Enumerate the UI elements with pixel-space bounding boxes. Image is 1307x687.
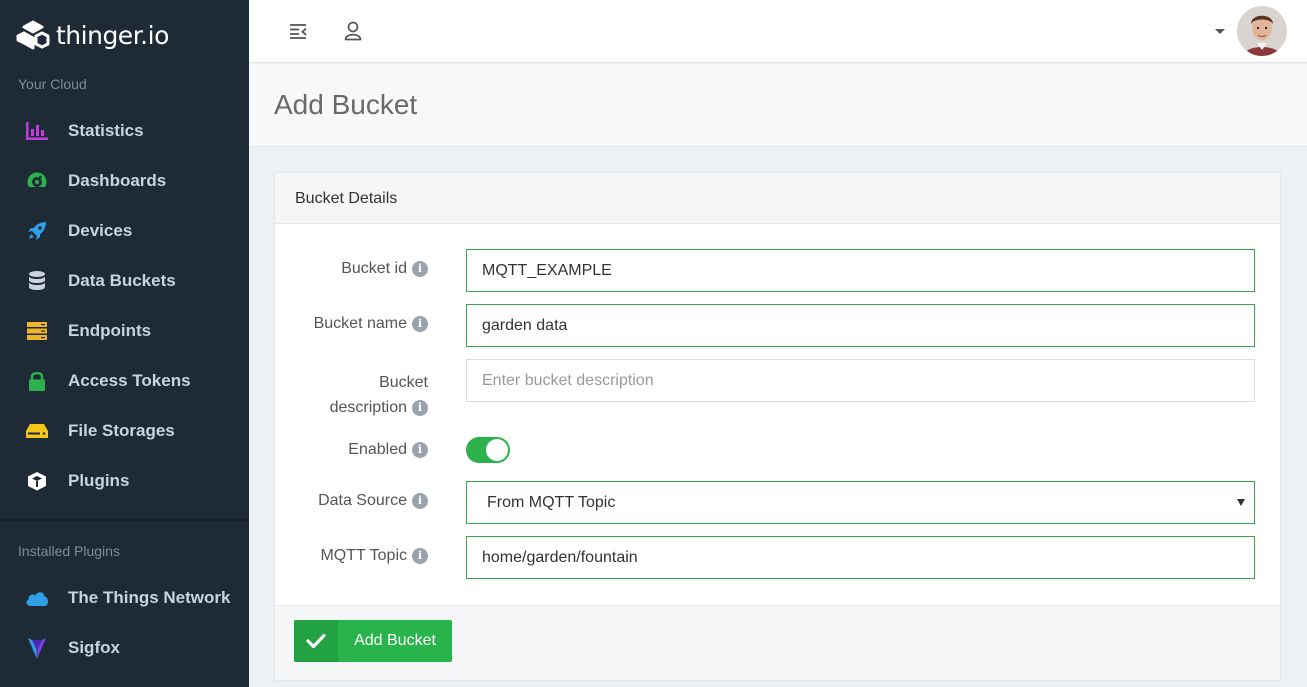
sidebar-item-sigfox[interactable]: Sigfox [0, 628, 249, 668]
field-label-text: Bucket [379, 374, 428, 391]
sidebar-item-file-storages[interactable]: File Storages [0, 411, 249, 451]
page-title: Add Bucket [274, 89, 418, 120]
field-label-line: description i [330, 395, 428, 420]
field-label-text: Enabled [348, 441, 407, 458]
sidebar-item-label: The Things Network [68, 588, 231, 607]
mqtt-topic-input[interactable] [466, 536, 1255, 579]
sidebar-item-dashboards[interactable]: Dashboards [0, 161, 249, 201]
sidebar-item-statistics[interactable]: Statistics [0, 111, 249, 151]
brand-name: thinger.io [56, 20, 169, 50]
info-icon[interactable]: i [412, 442, 428, 458]
info-icon[interactable]: i [412, 261, 428, 277]
server-icon [25, 320, 49, 342]
collapse-menu-icon[interactable] [287, 20, 309, 42]
dashboard-gauge-icon [25, 170, 49, 192]
panel-footer: Add Bucket [275, 605, 1280, 680]
bucket-name-input[interactable] [466, 304, 1255, 347]
database-icon [25, 270, 49, 292]
thinger-logo-icon [16, 20, 50, 50]
brand[interactable]: thinger.io [16, 20, 169, 50]
sidebar-item-plugins[interactable]: Plugins [0, 461, 249, 501]
info-icon[interactable]: i [412, 548, 428, 564]
sidebar-item-data-buckets[interactable]: Data Buckets [0, 261, 249, 301]
user-menu-caret-icon[interactable] [1215, 29, 1225, 34]
topbar [249, 0, 1307, 63]
cloud-icon [25, 587, 49, 609]
enabled-toggle[interactable] [466, 437, 510, 463]
hdd-icon [25, 420, 49, 442]
sidebar-item-label: Plugins [68, 471, 130, 490]
bar-chart-icon [25, 120, 49, 142]
data-source-select[interactable]: From MQTT Topic [466, 481, 1255, 524]
avatar[interactable] [1237, 6, 1287, 56]
field-label-text: description [329, 399, 407, 416]
bucket-name-label: Bucket name i [314, 315, 428, 333]
sidebar: thinger.io Your Cloud Statistics Dashboa… [0, 0, 249, 687]
section-installed-plugins: Installed Plugins [18, 543, 120, 559]
field-label-text: MQTT Topic [320, 547, 407, 564]
info-icon[interactable]: i [412, 399, 428, 416]
enabled-label: Enabled i [348, 441, 428, 459]
bucket-id-input[interactable] [466, 249, 1255, 292]
panel-heading: Bucket Details [275, 173, 1280, 224]
chevron-down-icon [1237, 499, 1245, 506]
page-header: Add Bucket [249, 64, 1307, 147]
add-bucket-button-label: Add Bucket [354, 632, 436, 649]
sidebar-item-label: Sigfox [68, 638, 120, 657]
sidebar-item-label: Access Tokens [68, 371, 191, 390]
data-source-label: Data Source i [318, 492, 428, 510]
sidebar-item-devices[interactable]: Devices [0, 211, 249, 251]
sidebar-item-the-things-network[interactable]: The Things Network [0, 578, 249, 618]
bucket-id-label: Bucket id i [341, 260, 428, 278]
field-label-text: Bucket name [313, 315, 407, 332]
sidebar-divider [0, 519, 249, 521]
sidebar-item-endpoints[interactable]: Endpoints [0, 311, 249, 351]
field-label-text: Bucket id [341, 260, 407, 277]
checkmark-icon [294, 620, 338, 662]
sidebar-item-label: Devices [68, 221, 133, 240]
cube-icon [25, 470, 49, 492]
bucket-description-input[interactable] [466, 359, 1255, 402]
sigfox-logo-icon [25, 637, 49, 659]
sidebar-item-label: Endpoints [68, 321, 152, 340]
rocket-icon [25, 220, 49, 242]
lock-icon [25, 370, 49, 392]
bucket-description-label: Bucket description i [330, 370, 428, 420]
mqtt-topic-label: MQTT Topic i [320, 547, 428, 565]
add-bucket-button[interactable]: Add Bucket [294, 620, 452, 662]
sidebar-item-label: Data Buckets [68, 271, 176, 290]
bucket-details-panel: Bucket Details Bucket id i Bucket name i… [274, 172, 1281, 681]
sidebar-item-label: Dashboards [68, 171, 167, 190]
user-icon[interactable] [342, 20, 364, 42]
sidebar-item-label: File Storages [68, 421, 175, 440]
data-source-selected-value: From MQTT Topic [487, 493, 616, 511]
toggle-knob [486, 439, 508, 461]
info-icon[interactable]: i [412, 316, 428, 332]
sidebar-item-label: Statistics [68, 121, 144, 140]
section-your-cloud: Your Cloud [18, 76, 87, 92]
info-icon[interactable]: i [412, 493, 428, 509]
panel-title: Bucket Details [295, 190, 398, 207]
field-label-text: Data Source [318, 492, 407, 509]
sidebar-item-access-tokens[interactable]: Access Tokens [0, 361, 249, 401]
